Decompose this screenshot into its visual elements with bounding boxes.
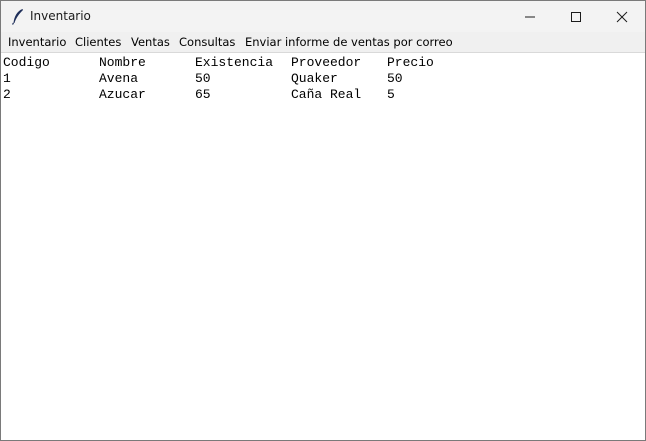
close-button[interactable] [599, 1, 645, 32]
app-window: Inventario Inventario Clientes Ventas Co… [0, 0, 646, 441]
column-header-nombre: Nombre [99, 55, 146, 70]
table-cell: Caña Real [291, 87, 362, 102]
minimize-icon [525, 16, 535, 17]
close-icon [616, 11, 628, 22]
title-bar[interactable]: Inventario [1, 1, 645, 32]
table-cell: Azucar [99, 87, 146, 102]
menu-item-clientes[interactable]: Clientes [75, 35, 121, 49]
maximize-icon [571, 11, 581, 22]
table-cell: 50 [387, 71, 403, 86]
inventory-table: Codigo Nombre Existencia Proveedor Preci… [1, 53, 645, 439]
window-title: Inventario [30, 9, 91, 23]
table-cell: 1 [3, 71, 11, 86]
column-header-proveedor: Proveedor [291, 55, 362, 70]
menu-item-inventario[interactable]: Inventario [8, 35, 66, 49]
column-header-codigo: Codigo [3, 55, 50, 70]
table-cell: 50 [195, 71, 211, 86]
menu-item-enviar-informe[interactable]: Enviar informe de ventas por correo [245, 35, 453, 49]
table-cell: 2 [3, 87, 11, 102]
menu-item-consultas[interactable]: Consultas [179, 35, 235, 49]
feather-icon [12, 9, 23, 25]
table-cell: 5 [387, 87, 395, 102]
minimize-button[interactable] [507, 1, 553, 32]
table-cell: Avena [99, 71, 139, 86]
table-cell: Quaker [291, 71, 338, 86]
column-header-existencia: Existencia [195, 55, 274, 70]
maximize-button[interactable] [553, 1, 599, 32]
menu-bar: Inventario Clientes Ventas Consultas Env… [1, 32, 645, 53]
menu-item-ventas[interactable]: Ventas [131, 35, 170, 49]
column-header-precio: Precio [387, 55, 434, 70]
table-cell: 65 [195, 87, 211, 102]
